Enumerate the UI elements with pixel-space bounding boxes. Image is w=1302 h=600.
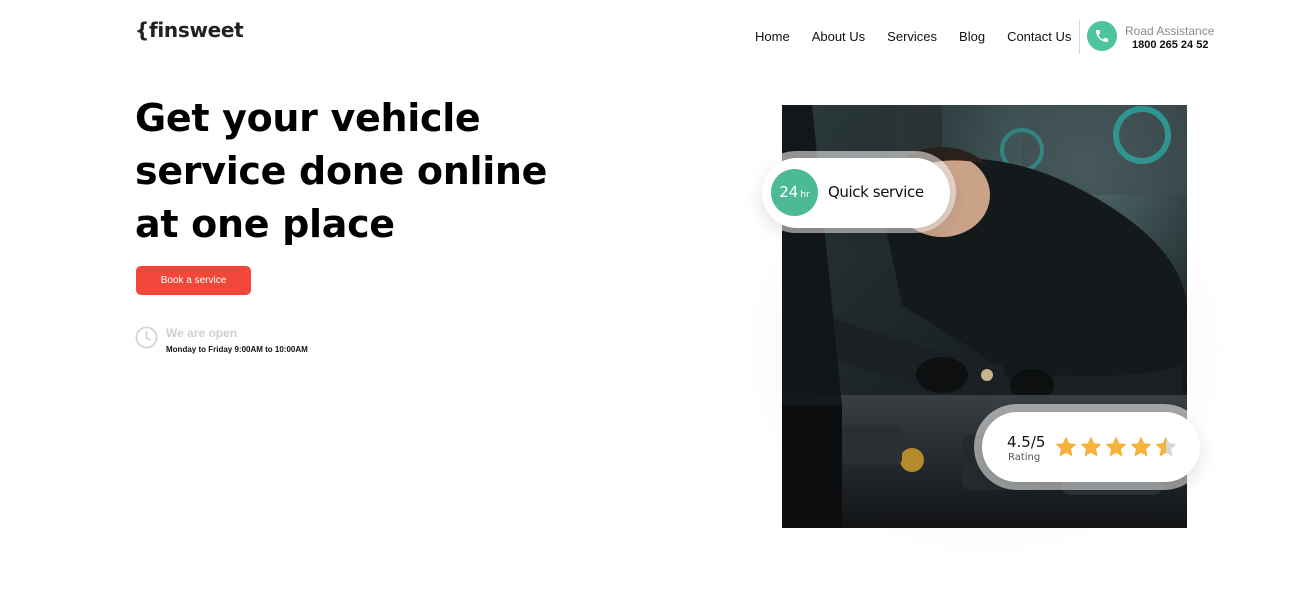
nav-home[interactable]: Home [755,29,790,44]
phone-icon[interactable] [1087,21,1117,51]
quick-service-badge: 24 hr [771,169,818,216]
quick-service-hours: 24 [779,183,799,201]
road-assistance-number[interactable]: 1800 265 24 52 [1132,39,1208,51]
logo[interactable]: {finsweet [135,18,244,42]
nav-blog[interactable]: Blog [959,29,985,44]
road-assistance-label: Road Assistance [1125,24,1215,38]
star-icon [1056,437,1076,456]
clock-icon [135,326,158,349]
star-icon [1081,437,1101,456]
rating-value: 4.5/5 [1007,433,1046,451]
hero-title: Get your vehicle service done online at … [135,96,548,246]
star-icon [1106,437,1126,456]
quick-service-unit: hr [800,190,810,200]
rating-stars [1056,437,1176,456]
star-icon [1156,437,1176,456]
open-status-label: We are open [166,326,238,340]
nav-contact-us[interactable]: Contact Us [1007,29,1071,44]
nav-about-us[interactable]: About Us [812,29,865,44]
book-service-button[interactable]: Book a service [136,266,251,295]
open-hours: Monday to Friday 9:00AM to 10:00AM [166,345,308,354]
nav-divider [1079,20,1080,54]
nav-services[interactable]: Services [887,29,937,44]
rating-label: Rating [1008,452,1041,463]
star-icon [1131,437,1151,456]
quick-service-label: Quick service [828,183,924,201]
main-nav: Home About Us Services Blog Contact Us [755,29,1071,44]
